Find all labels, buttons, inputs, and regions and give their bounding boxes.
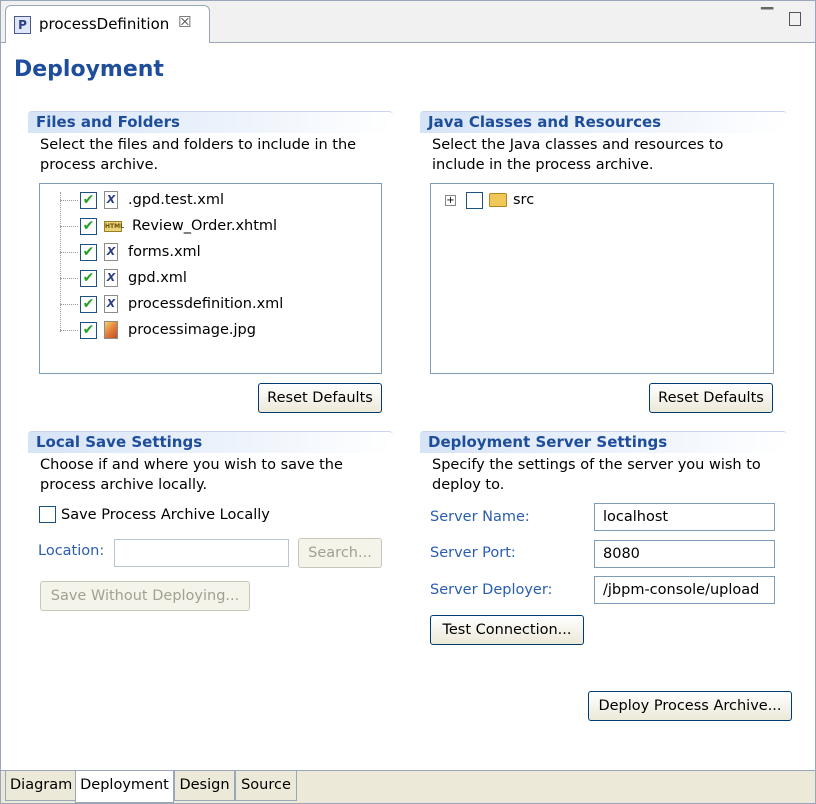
minimize-icon[interactable]: ▔ — [761, 7, 773, 26]
classes-tree[interactable]: + src — [430, 183, 774, 374]
tree-item-checkbox[interactable]: ✔ — [80, 243, 97, 261]
save-locally-checkbox[interactable]: ✓ — [39, 506, 56, 523]
xml-file-icon: X — [103, 191, 119, 209]
search-button[interactable]: Search... — [298, 538, 382, 568]
expand-icon[interactable]: + — [445, 194, 456, 206]
xml-file-icon: X — [103, 243, 119, 261]
tree-item[interactable]: ✔ Xprocessdefinition.xml — [40, 292, 283, 316]
tree-item[interactable]: + src — [445, 188, 534, 212]
tree-item-checkbox[interactable]: ✔ — [80, 269, 97, 287]
local-save-section-description: Choose if and where you wish to save the… — [40, 457, 343, 493]
files-section-description: Select the files and folders to include … — [40, 137, 357, 173]
tree-item[interactable]: ✔ processimage.jpg — [40, 318, 256, 342]
files-section: Files and Folders Select the files and f… — [28, 111, 393, 175]
save-locally-checkbox-row[interactable]: ✓ Save Process Archive Locally — [39, 506, 270, 523]
editor-tab-bar: P processDefinition ☒ ▔ — [1, 1, 815, 43]
editor-page-tabs: Diagram Deployment Design Source — [1, 770, 815, 803]
tree-item-label: src — [513, 192, 535, 208]
server-section-title: Deployment Server Settings — [428, 433, 668, 451]
image-file-icon — [103, 321, 119, 339]
classes-section-header: Java Classes and Resources — [420, 111, 787, 133]
tree-item[interactable]: ✔ X .gpd.test.xml — [40, 188, 224, 212]
server-deployer-field[interactable]: /jbpm-console/upload — [594, 576, 775, 604]
server-port-label: Server Port: — [430, 545, 516, 561]
server-section-description: Specify the settings of the server you w… — [432, 457, 761, 493]
page-title: Deployment — [14, 57, 164, 82]
location-label: Location: — [38, 543, 105, 559]
tree-item-label: .gpd.test.xml — [128, 192, 225, 208]
close-icon[interactable]: ☒ — [178, 13, 191, 31]
location-field[interactable] — [114, 539, 289, 567]
local-save-section-header: Local Save Settings — [28, 431, 393, 453]
local-save-section-title: Local Save Settings — [36, 433, 203, 451]
tab-source[interactable]: Source — [235, 771, 297, 801]
files-tree[interactable]: ✔ X .gpd.test.xml ✔ HTML Review_Order.xhtml ✔ X… — [39, 183, 382, 374]
server-name-label: Server Name: — [430, 509, 530, 525]
server-port-field[interactable]: 8080 — [594, 540, 775, 568]
editor-tab-title: processDefinition — [39, 15, 170, 33]
tab-diagram[interactable]: Diagram — [5, 771, 76, 801]
tree-item-label: gpd.xml — [128, 270, 187, 286]
classes-section-description: Select the Java classes and resources to… — [432, 137, 724, 173]
editor-tab-process-definition[interactable]: P processDefinition ☒ — [5, 5, 210, 43]
tree-item-checkbox[interactable]: ✔ — [80, 191, 97, 209]
deploy-process-archive-button[interactable]: Deploy Process Archive... — [588, 691, 792, 721]
classes-section-title: Java Classes and Resources — [428, 113, 662, 131]
xml-file-icon: X — [103, 269, 119, 287]
tree-item-checkbox[interactable] — [466, 191, 483, 209]
server-deployer-label: Server Deployer: — [430, 582, 553, 598]
tab-deployment[interactable]: Deployment — [75, 771, 174, 803]
server-name-field[interactable]: localhost — [594, 503, 775, 531]
tree-item-checkbox[interactable]: ✔ — [80, 321, 97, 339]
files-section-title: Files and Folders — [36, 113, 180, 131]
tree-item-checkbox[interactable]: ✔ — [80, 295, 97, 313]
xml-file-icon: X — [103, 295, 119, 313]
tree-item-checkbox[interactable]: ✔ — [80, 217, 97, 235]
process-file-icon: P — [14, 16, 31, 34]
tree-item[interactable]: ✔ Xgpd.xml — [40, 266, 187, 290]
maximize-icon[interactable] — [789, 12, 801, 26]
files-reset-defaults-button[interactable]: Reset Defaults — [258, 383, 382, 413]
server-section-header: Deployment Server Settings — [420, 431, 787, 453]
tree-item[interactable]: ✔ Xforms.xml — [40, 240, 201, 264]
editor-window: P processDefinition ☒ ▔ Deployment Files… — [0, 0, 816, 804]
tree-item-label: forms.xml — [128, 244, 201, 260]
tab-design[interactable]: Design — [174, 771, 235, 801]
classes-section: Java Classes and Resources Select the Ja… — [420, 111, 787, 175]
tree-item-label: Review_Order.xhtml — [132, 218, 278, 234]
server-section: Deployment Server Settings Specify the s… — [420, 431, 787, 495]
tree-item-label: processimage.jpg — [128, 322, 256, 338]
local-save-section: Local Save Settings Choose if and where … — [28, 431, 393, 495]
save-locally-checkbox-label: Save Process Archive Locally — [61, 506, 270, 523]
save-without-deploying-button[interactable]: Save Without Deploying... — [40, 581, 250, 611]
files-section-header: Files and Folders — [28, 111, 393, 133]
tree-item[interactable]: ✔ HTML Review_Order.xhtml — [40, 214, 277, 238]
classes-reset-defaults-button[interactable]: Reset Defaults — [649, 383, 773, 413]
test-connection-button[interactable]: Test Connection... — [430, 615, 584, 645]
html-file-icon: HTML — [104, 220, 124, 232]
tree-item-label: processdefinition.xml — [128, 296, 284, 312]
folder-icon — [489, 193, 507, 207]
